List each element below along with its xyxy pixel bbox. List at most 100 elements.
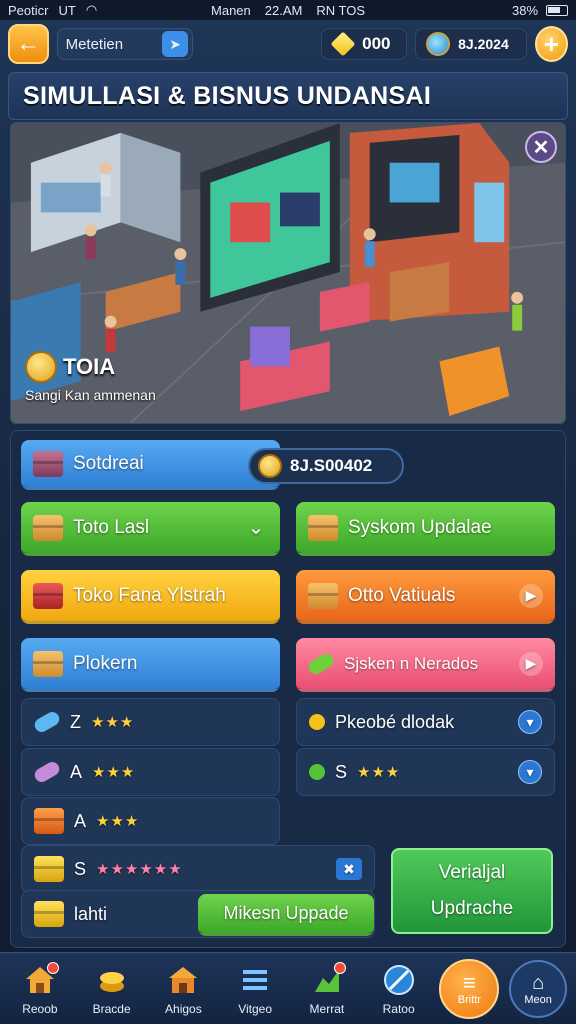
plokern-button[interactable]: Plokern: [21, 638, 280, 692]
coin-icon: [25, 351, 57, 383]
item-label: Pkeobé dlodak: [335, 711, 455, 732]
big-button-line1: Verialjal: [438, 862, 506, 883]
bottom-nav: Reoob Bracde Ahigos Vitgeo Merrat Ratoo …: [0, 952, 576, 1024]
leaf-icon: [306, 650, 336, 677]
shop-tag[interactable]: TOIA Sangi Kan ammenan: [25, 351, 156, 403]
item-prefix: A: [74, 810, 87, 831]
box-icon: [33, 650, 63, 677]
title-panel: SIMULLASI & BISNUS UNDANSAI: [8, 72, 568, 120]
close-icon[interactable]: ✖: [336, 858, 362, 880]
status-time: 22.AM: [264, 2, 303, 18]
list-item[interactable]: A ★★★: [21, 748, 280, 796]
sotdreai-label: Sotdreai: [73, 452, 144, 474]
balance-pill: 8J.S00402: [248, 448, 404, 484]
pill-icon: [32, 759, 62, 785]
close-icon: ✕: [532, 136, 550, 159]
notification-badge: [46, 961, 59, 974]
box-icon: [308, 582, 338, 609]
list-item[interactable]: A ★★★: [21, 797, 280, 845]
shop-scene[interactable]: ✕ TOIA Sangi Kan ammenan: [10, 122, 566, 424]
arrow-left-icon: ←: [16, 30, 41, 57]
shop-subtitle: Sangi Kan ammenan: [25, 387, 156, 403]
add-currency-button[interactable]: +: [534, 26, 568, 62]
item-prefix: S: [335, 761, 348, 782]
coin-icon: [258, 454, 282, 478]
toko-fana-button[interactable]: Toko Fana Ylstrah: [21, 570, 280, 624]
home-icon: ⌂: [532, 971, 545, 994]
nav-label: Meon: [524, 993, 552, 1006]
player-name: Metetien: [65, 35, 124, 53]
item-prefix: S: [74, 858, 87, 879]
list-item[interactable]: Pkeobé dlodak ▾: [296, 698, 555, 746]
button-label: Toto Lasl: [73, 516, 150, 538]
page-title: SIMULLASI & BISNUS UNDANSAI: [23, 81, 432, 110]
chevron-down-icon: ▾: [518, 710, 542, 734]
player-name-box[interactable]: Metetien ➤: [56, 28, 194, 60]
leaf-dot-icon: [309, 764, 325, 780]
globe-coin-icon: [426, 32, 451, 56]
coins-value: 8J.2024: [458, 36, 509, 52]
sotdreai-button[interactable]: Sotdreai: [21, 440, 280, 490]
otto-vatiuals-button[interactable]: Otto Vatiuals ▶: [296, 570, 555, 624]
list-item[interactable]: S ★★★ ▾: [296, 748, 555, 796]
upgrade-label: Mikesn Uppade: [223, 903, 349, 923]
nav-item-meon[interactable]: ⌂ Meon: [509, 959, 568, 1018]
list-icon: [237, 962, 273, 998]
menu-icon: ≡: [462, 969, 476, 995]
chevron-right-icon: ▶: [519, 651, 543, 676]
nav-label: Ahigos: [165, 1001, 202, 1016]
status-bar: Peoticr UT ◠ Manen 22.AM RN TOS 38%: [0, 0, 576, 20]
carrier-label: Peoticr: [8, 2, 49, 18]
nav-label: Reoob: [22, 1001, 58, 1016]
nav-label: Brittr: [457, 993, 481, 1006]
big-button-line2: Updrache: [430, 898, 514, 919]
status-center-left: Manen: [211, 2, 251, 18]
coins-icon: [94, 962, 130, 998]
verialjal-upgrade-button[interactable]: Verialjal Updrache: [391, 848, 553, 934]
item-prefix: A: [70, 761, 83, 782]
button-label: Toko Fana Ylstrah: [73, 584, 226, 606]
edit-pin-icon[interactable]: ➤: [162, 31, 189, 57]
gem-icon: [330, 31, 356, 57]
button-label: Syskom Updalae: [348, 516, 492, 538]
nav-item-brittr[interactable]: ≡ Brittr: [439, 958, 500, 1019]
box-icon: [33, 514, 63, 541]
coins-counter: 8J.2024: [415, 28, 527, 60]
box-icon: [33, 582, 63, 609]
marker-icon: [32, 709, 62, 735]
upgrade-button[interactable]: Mikesn Uppade: [198, 894, 374, 936]
plus-icon: +: [543, 28, 559, 59]
balance-value: 8J.S00402: [290, 456, 373, 475]
nav-label: Vitgeo: [238, 1001, 273, 1016]
sjsken-button[interactable]: Sjsken n Nerados ▶: [296, 638, 555, 692]
rating-stars: ★★★: [92, 764, 136, 781]
box-icon: [34, 808, 64, 834]
box-icon: [308, 514, 338, 541]
syskom-updalae-button[interactable]: Syskom Updalae: [296, 502, 555, 556]
back-button[interactable]: ←: [8, 24, 49, 64]
wifi-icon: ◠: [85, 2, 98, 17]
nav-item-bracde[interactable]: Bracde: [81, 962, 143, 1016]
list-item[interactable]: S ★★★★★★ ✖: [21, 845, 375, 893]
item-prefix: Z: [70, 711, 81, 732]
button-label: Plokern: [73, 652, 138, 674]
status-center-right: RN TOS: [316, 2, 365, 18]
nav-item-merrat[interactable]: Merrat: [296, 961, 358, 1016]
rating-stars: ★★★: [96, 813, 140, 830]
button-label: Otto Vatiuals: [348, 584, 456, 606]
nav-item-ahigos[interactable]: Ahigos: [152, 962, 214, 1016]
shop-icon: [165, 962, 201, 998]
nav-item-ratoo[interactable]: Ratoo: [368, 962, 430, 1016]
network-label: UT: [58, 2, 76, 18]
close-scene-button[interactable]: ✕: [525, 131, 557, 163]
list-item[interactable]: Z ★★★: [21, 698, 280, 746]
nav-item-reoob[interactable]: Reoob: [9, 961, 71, 1016]
nav-item-vitgeo[interactable]: Vitgeo: [224, 962, 286, 1016]
rating-stars: ★★★: [357, 764, 401, 781]
toto-lasl-button[interactable]: Toto Lasl ⌄: [21, 502, 280, 556]
nav-label: Ratoo: [382, 1001, 415, 1016]
button-label: Sjsken n Nerados: [344, 653, 479, 673]
notification-badge: [333, 961, 346, 974]
shop-name: TOIA: [63, 354, 116, 379]
box-icon: [34, 856, 64, 882]
